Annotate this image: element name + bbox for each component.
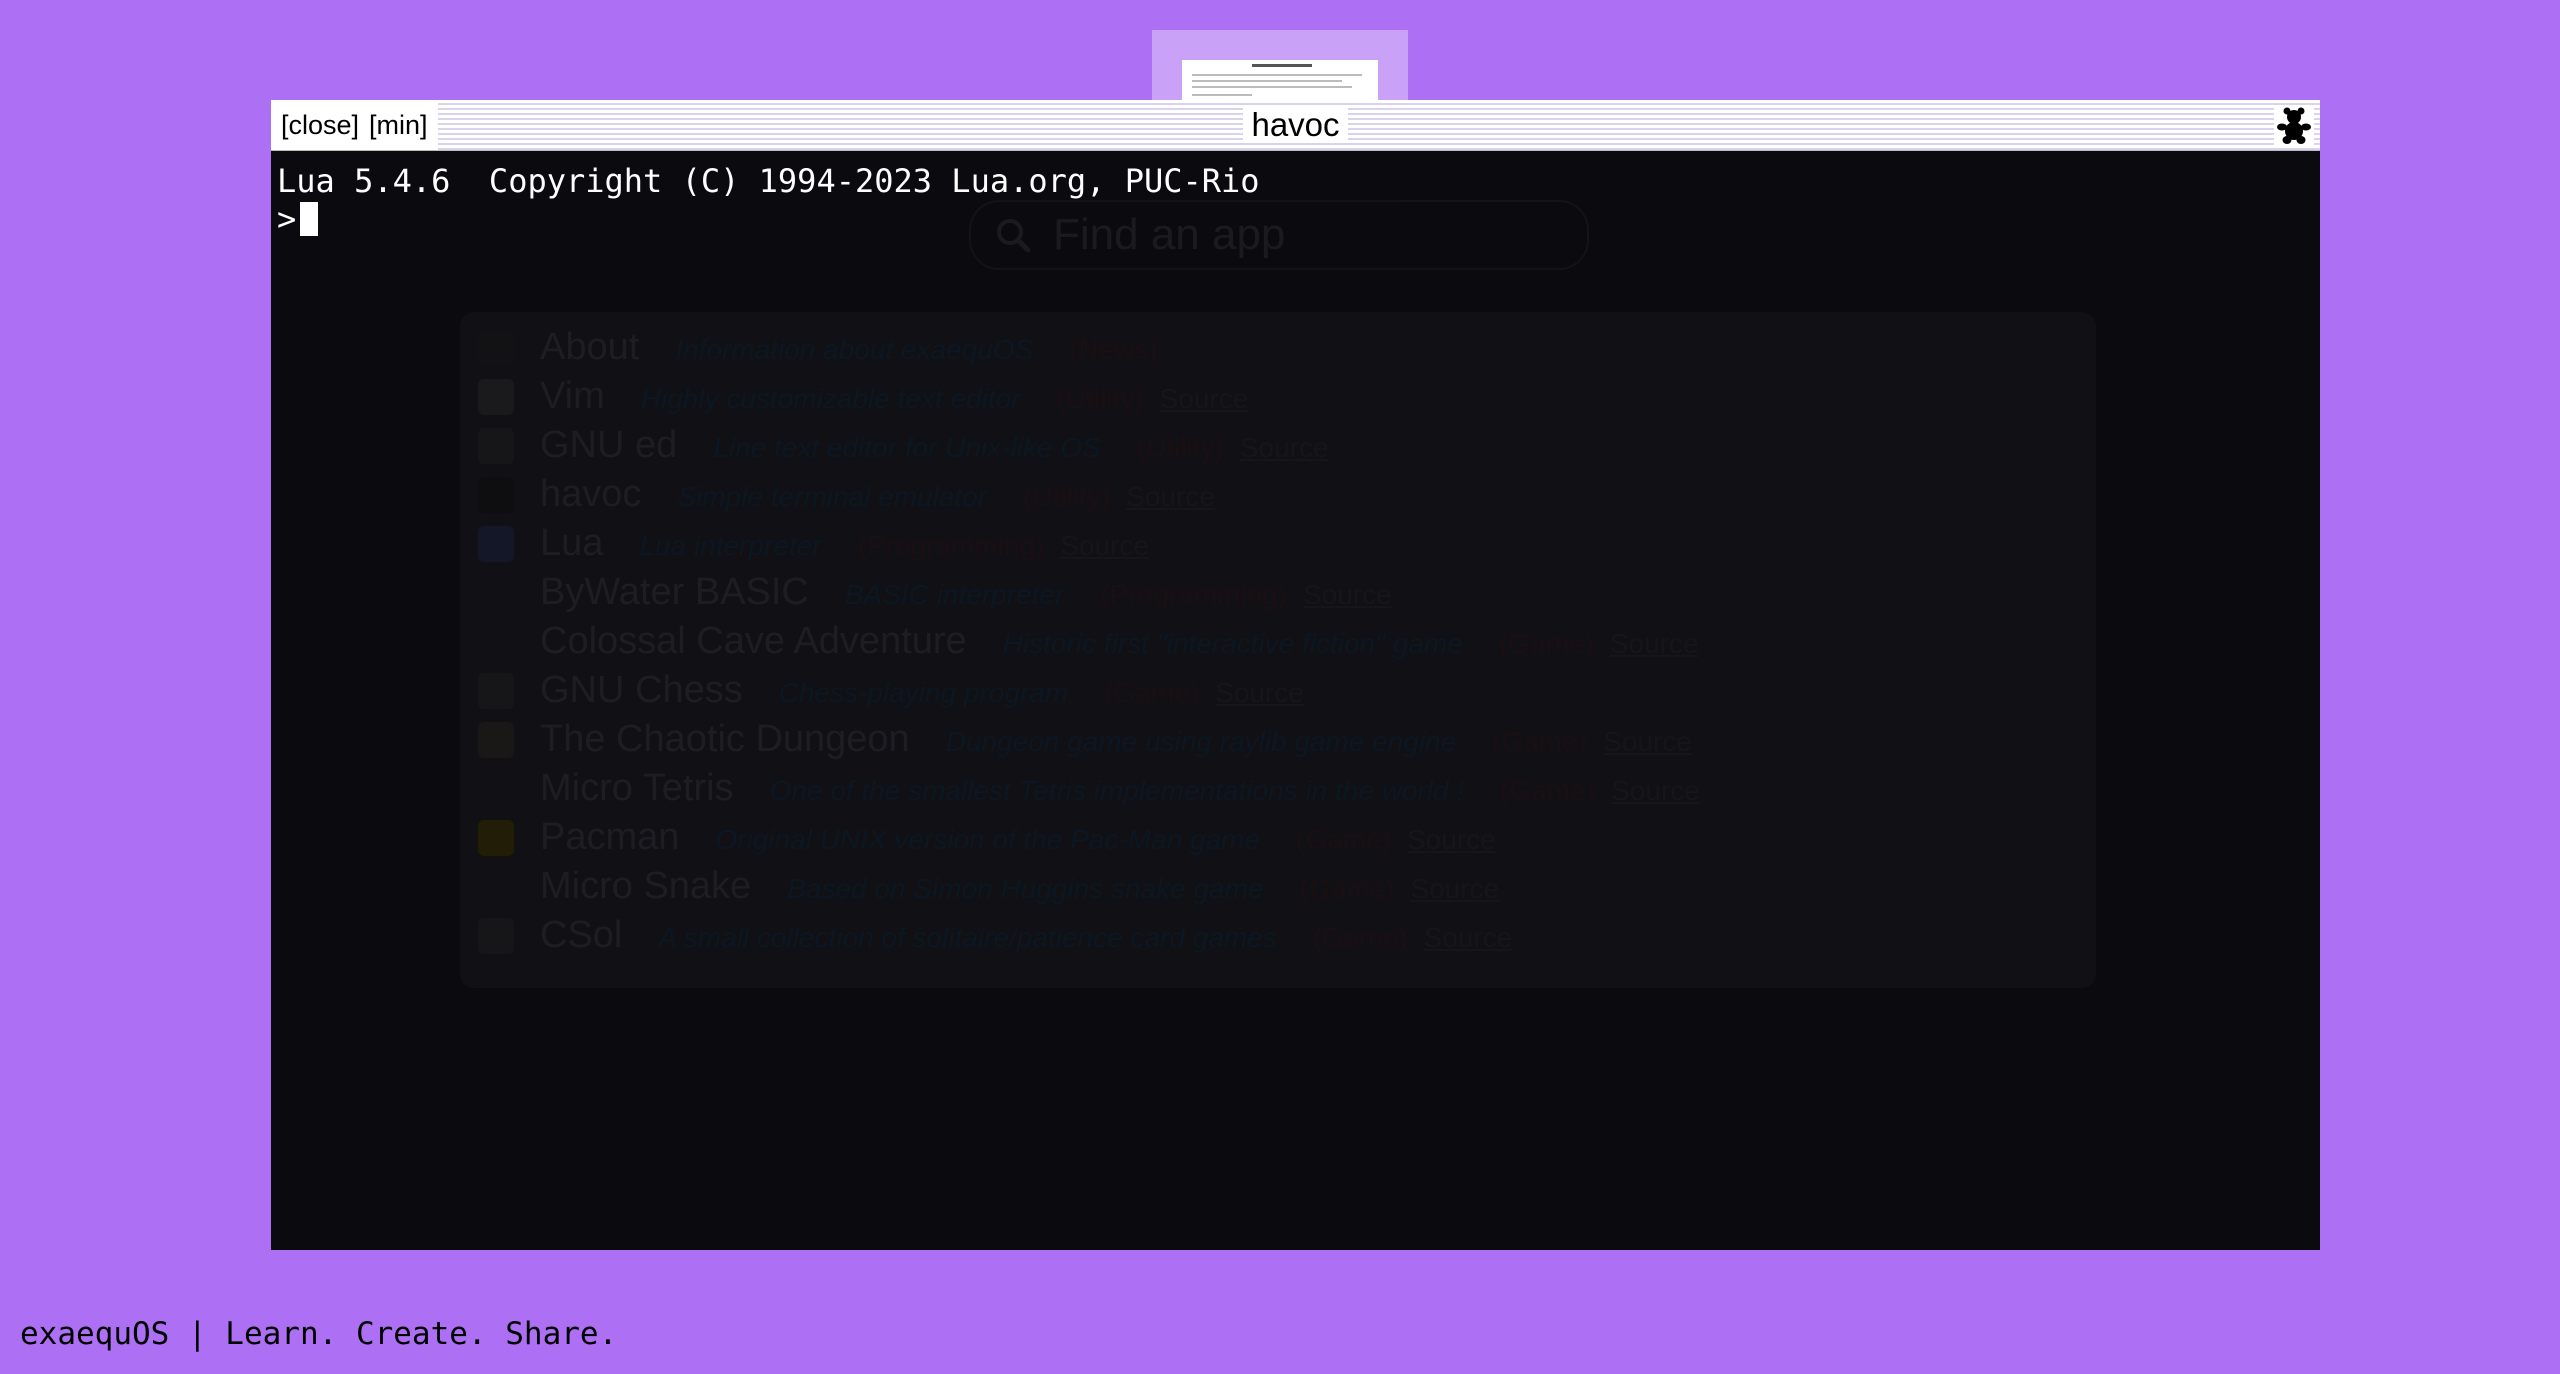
app-icon [478,673,514,709]
app-category: (News) [1069,334,1158,365]
app-icon [478,526,514,562]
app-description: Highly customizable text editor [640,383,1021,414]
prompt-line[interactable]: > [277,200,319,238]
app-name: GNU Chess [540,669,743,711]
app-source-link[interactable]: Source [1424,922,1513,954]
app-category: (Utility) [1023,481,1111,512]
bear-icon[interactable] [2274,105,2314,145]
app-list-item[interactable]: CSol A small collection of solitaire/pati… [460,914,1512,962]
app-description: Lua interpreter [639,530,822,561]
thumbnail-title-line [1252,64,1312,67]
app-source-link[interactable]: Source [1060,530,1149,562]
app-source-link[interactable]: Source [1611,775,1700,807]
app-list-item[interactable]: About Information about exaequOS (News) [460,326,1158,374]
prompt-symbol: > [277,200,297,238]
app-list-item[interactable]: Vim Highly customizable text editor (Utili… [460,375,1248,423]
app-category: (Utility) [1056,383,1144,414]
app-name: Micro Snake [540,865,752,907]
app-icon [478,820,514,856]
app-category: (Game) [1492,726,1588,757]
search-box: Find an app [969,200,1589,270]
app-category: (Game) [1500,775,1596,806]
app-icon [478,918,514,954]
app-list: About Information about exaequOS (News) Vim… [460,312,2096,988]
app-name: Colossal Cave Adventure [540,620,967,662]
app-source-link[interactable]: Source [1603,726,1692,758]
app-description: Line text editor for Unix-like OS [713,432,1101,463]
footer-tagline: exaequOS | Learn. Create. Share. [20,1316,618,1352]
app-category: (Utility) [1136,432,1224,463]
search-icon [993,215,1033,255]
app-list-item[interactable]: havoc Simple terminal emulator (Utility) So… [460,473,1215,521]
app-name: About [540,326,640,368]
app-list-item[interactable]: The Chaotic Dungeon Dungeon game using ra… [460,718,1692,766]
thumbnail-text-line [1192,94,1252,96]
app-icon [478,330,514,366]
app-description: Based on Simon Huggins snake game [787,873,1264,904]
app-description: Original UNIX version of the Pac-Man gam… [715,824,1261,855]
app-name: Lua [540,522,604,564]
terminal[interactable]: Find an app About Information about exaeq… [271,150,2320,1250]
app-category: (Game) [1299,873,1395,904]
lua-banner: Lua 5.4.6 Copyright (C) 1994-2023 Lua.or… [277,162,1260,200]
app-list-item[interactable]: Lua Lua interpreter (Programming) Source [460,522,1149,570]
app-name: CSol [540,914,623,956]
app-source-link[interactable]: Source [1410,873,1499,905]
window-title-label: havoc [1243,106,1348,143]
app-source-link[interactable]: Source [1215,677,1304,709]
app-list-item[interactable]: Pacman Original UNIX version of the Pac-M… [460,816,1496,864]
app-description: One of the smallest Tetris implementatio… [769,775,1465,806]
app-source-link[interactable]: Source [1240,432,1329,464]
window-titlebar[interactable]: [close] [min] havoc [271,100,2320,151]
thumbnail-text-line [1192,80,1342,82]
app-source-link[interactable]: Source [1407,824,1496,856]
app-name: GNU ed [540,424,678,466]
app-description: Information about exaequOS [675,334,1034,365]
app-description: A small collection of solitaire/patience… [658,922,1277,953]
app-list-item[interactable]: Micro Tetris One of the smallest Tetris i… [460,767,1700,815]
app-name: The Chaotic Dungeon [540,718,910,760]
desktop: [close] [min] havoc Find an app About In… [0,0,2560,1374]
app-list-item[interactable]: ByWater BASIC BASIC interpreter (Programmi… [460,571,1392,619]
havoc-window: [close] [min] havoc Find an app About In… [271,100,2320,1250]
thumbnail-text-line [1192,86,1352,88]
app-name: Pacman [540,816,680,858]
app-category: (Programming) [1100,579,1288,610]
app-category: (Game) [1104,677,1200,708]
app-description: Simple terminal emulator [677,481,988,512]
app-list-item[interactable]: Colossal Cave Adventure Historic first "i… [460,620,1699,668]
app-name: havoc [540,473,642,515]
app-icon [478,477,514,513]
app-category: (Programming) [857,530,1045,561]
window-title: havoc [271,100,2320,150]
app-description: Dungeon game using raylib game engine [945,726,1457,757]
thumbnail-text-line [1192,74,1362,76]
app-source-link[interactable]: Source [1160,383,1249,415]
app-list-item[interactable]: GNU Chess Chess-playing program (Game) Sour… [460,669,1304,717]
app-category: (Game) [1296,824,1391,855]
app-list-item[interactable]: Micro Snake Based on Simon Huggins snake … [460,865,1499,913]
app-icon [478,722,514,758]
app-source-link[interactable]: Source [1126,481,1215,513]
app-name: Micro Tetris [540,767,734,809]
text-cursor [300,202,319,236]
app-source-link[interactable]: Source [1610,628,1699,660]
app-description: BASIC interpreter [844,579,1065,610]
app-list-item[interactable]: GNU ed Line text editor for Unix-like OS (… [460,424,1329,472]
app-finder-background: Find an app About Information about exaeq… [271,150,2320,1250]
search-placeholder: Find an app [1053,210,1286,259]
app-source-link[interactable]: Source [1303,579,1392,611]
app-description: Chess-playing program [778,677,1069,708]
app-name: Vim [540,375,605,417]
app-category: (Game) [1312,922,1408,953]
app-name: ByWater BASIC [540,571,809,613]
app-description: Historic first "interactive fiction" gam… [1002,628,1463,659]
app-icon [478,379,514,415]
app-icon [478,428,514,464]
app-category: (Game) [1498,628,1594,659]
